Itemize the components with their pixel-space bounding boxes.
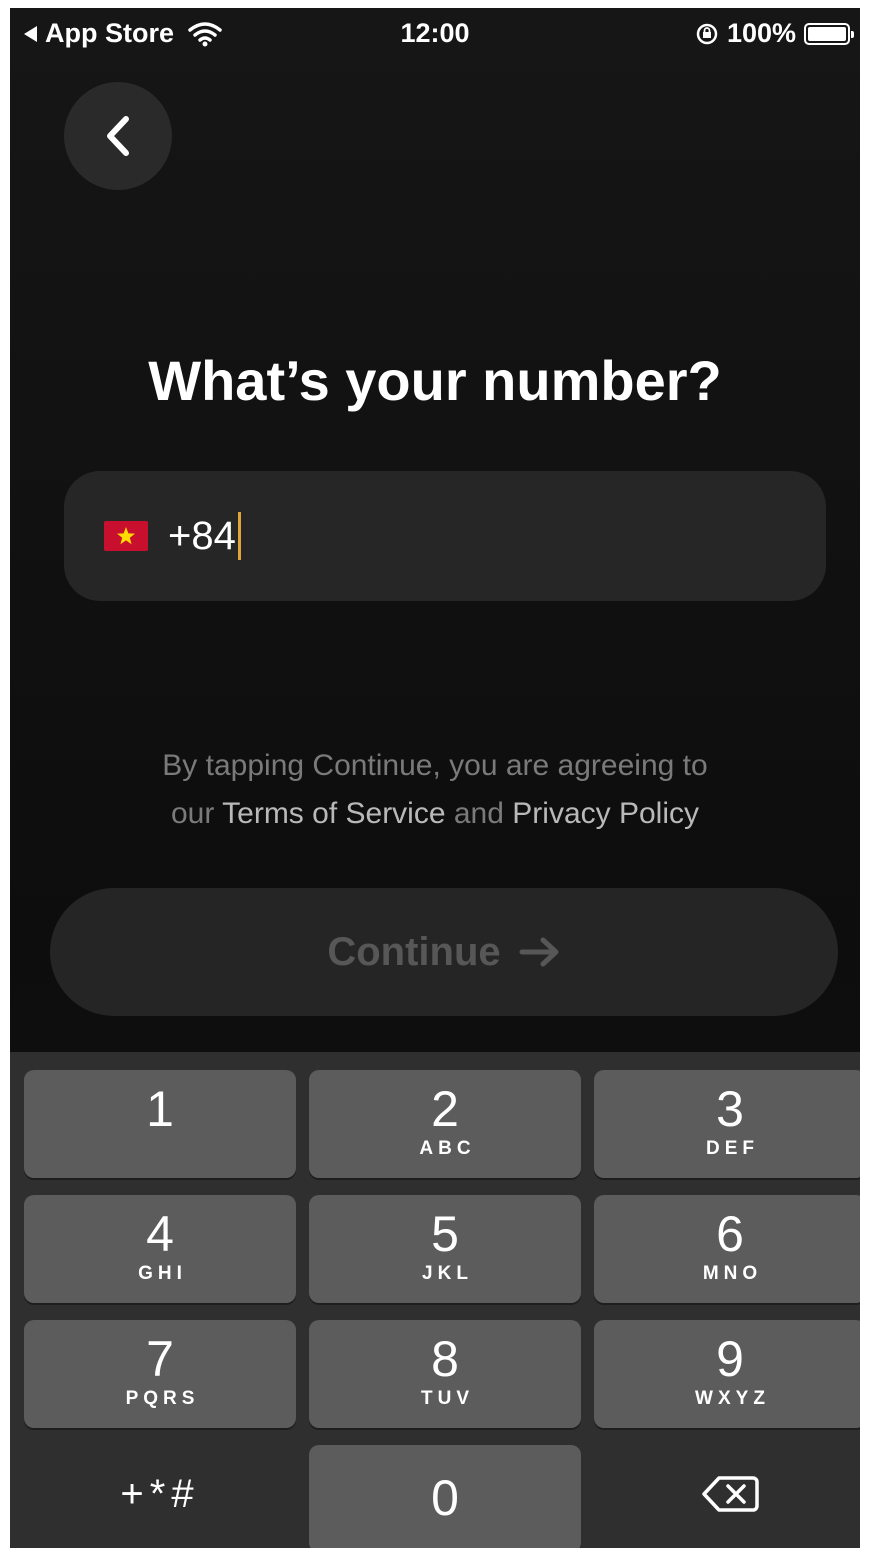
- key-2[interactable]: 2 ABC: [309, 1070, 581, 1178]
- phone-number-field[interactable]: +84: [64, 471, 826, 601]
- agreement-text: By tapping Continue, you are agreeing to…: [10, 742, 860, 838]
- text-caret: [237, 512, 241, 560]
- orientation-lock-icon: [696, 23, 718, 44]
- page-title: What’s your number?: [148, 349, 722, 412]
- delete-key[interactable]: [594, 1444, 860, 1544]
- back-button[interactable]: [64, 82, 172, 190]
- privacy-policy-link[interactable]: Privacy Policy: [512, 797, 699, 830]
- continue-button[interactable]: Continue: [50, 888, 838, 1016]
- phone-screen: App Store 12:00 100% What’s your number?…: [10, 8, 860, 1548]
- key-8[interactable]: 8 TUV: [309, 1320, 581, 1428]
- symbols-key[interactable]: +*#: [24, 1444, 296, 1544]
- agreement-line-1: By tapping Continue, you are agreeing to: [162, 749, 708, 782]
- key-1[interactable]: 1: [24, 1070, 296, 1178]
- key-5[interactable]: 5 JKL: [309, 1195, 581, 1303]
- key-9[interactable]: 9 WXYZ: [594, 1320, 860, 1428]
- battery-percent: 100%: [726, 18, 796, 48]
- continue-label: Continue: [327, 929, 501, 974]
- battery-icon: [804, 22, 854, 45]
- chevron-left-icon: [107, 116, 129, 156]
- numeric-keypad: 1 2 ABC 3 DEF 4 GHI 5 JKL 6 MNO 7 PQRS 8…: [10, 1052, 860, 1548]
- key-7[interactable]: 7 PQRS: [24, 1320, 296, 1428]
- arrow-right-icon: [519, 937, 559, 967]
- vietnam-flag-icon[interactable]: [104, 521, 148, 551]
- status-bar: App Store 12:00 100%: [10, 8, 860, 64]
- backspace-icon: [702, 1476, 759, 1512]
- terms-of-service-link[interactable]: Terms of Service: [222, 797, 445, 830]
- key-3[interactable]: 3 DEF: [594, 1070, 860, 1178]
- key-6[interactable]: 6 MNO: [594, 1195, 860, 1303]
- agreement-prefix: our: [170, 797, 215, 830]
- key-0[interactable]: 0: [309, 1445, 581, 1548]
- key-4[interactable]: 4 GHI: [24, 1195, 296, 1303]
- agreement-conjunction: and: [453, 797, 504, 830]
- phone-input-value: +84: [168, 513, 236, 558]
